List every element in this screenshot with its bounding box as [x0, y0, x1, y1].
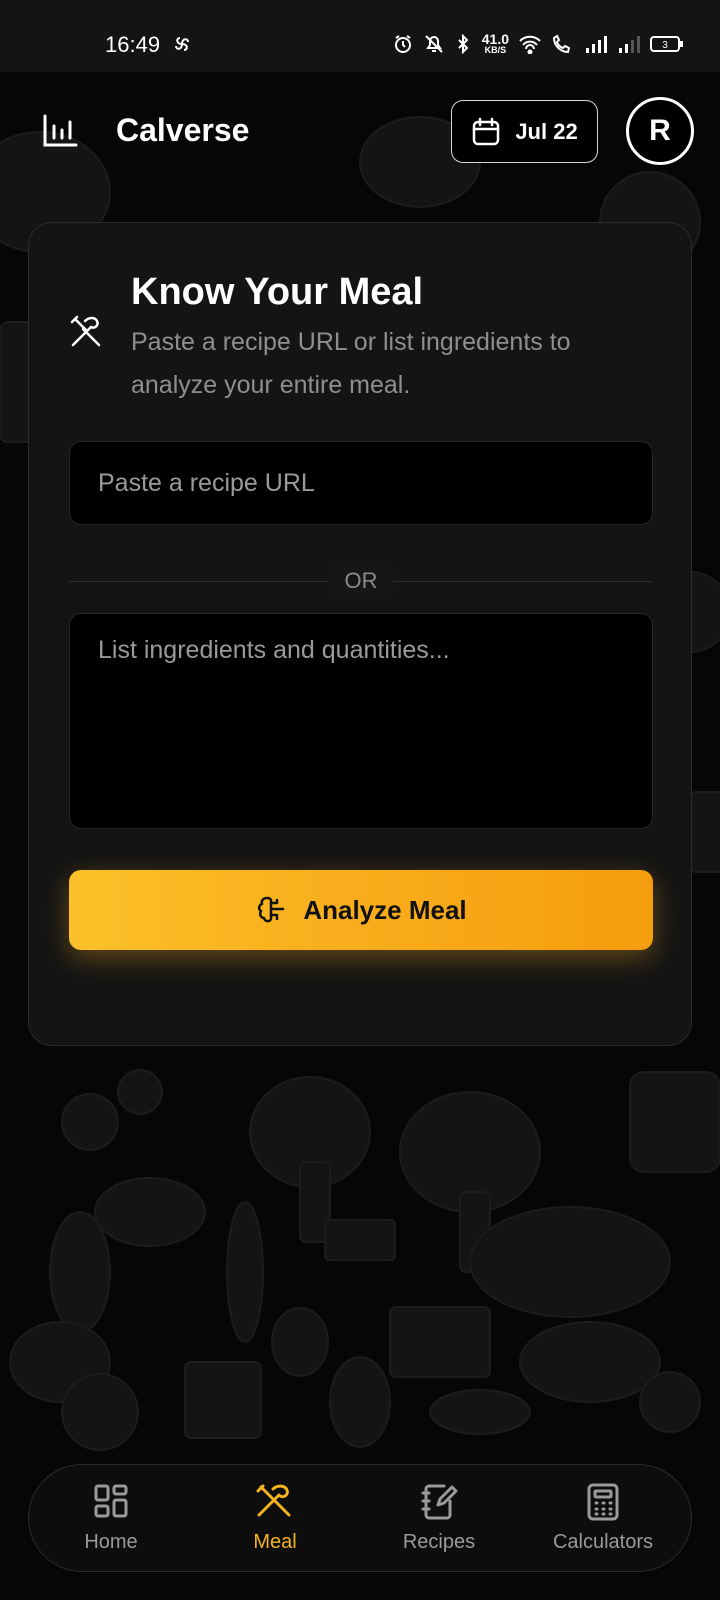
avatar-initial: R — [649, 114, 671, 147]
calendar-icon — [473, 117, 500, 145]
net-speed: 41.0 KB/S — [481, 31, 509, 55]
nav-meal[interactable]: Meal — [195, 1465, 355, 1573]
date-picker-button[interactable]: Jul 22 — [451, 100, 598, 163]
wifi-icon — [519, 35, 541, 54]
signal-icon — [586, 35, 607, 53]
pinwheel-icon — [175, 37, 189, 51]
card-subtitle: Paste a recipe URL or list ingredients t… — [131, 328, 571, 399]
ingredients-textarea[interactable] — [69, 613, 653, 829]
mute-icon — [425, 34, 443, 53]
bottom-navigation: Home Meal Recipes Calculators — [28, 1464, 692, 1572]
bluetooth-icon — [458, 33, 469, 54]
card-title: Know Your Meal — [131, 271, 424, 313]
nav-home-label: Home — [84, 1531, 138, 1553]
recipe-url-input[interactable] — [69, 441, 653, 525]
signal-weak-icon — [619, 35, 640, 53]
app-title: Calverse — [116, 112, 250, 148]
call-signal-icon — [552, 34, 571, 53]
know-your-meal-card: Know Your Meal Paste a recipe URL or lis… — [28, 222, 692, 1046]
or-divider: OR — [69, 566, 653, 596]
app-header: Calverse Jul 22 R — [0, 97, 720, 165]
battery-level: 3 — [662, 40, 668, 51]
grid-icon — [94, 1484, 128, 1518]
nav-home[interactable]: Home — [31, 1465, 191, 1573]
analyze-meal-label: Analyze Meal — [303, 894, 467, 925]
brain-icon — [258, 896, 285, 923]
calculator-icon — [587, 1483, 619, 1521]
utensils-icon — [256, 1484, 291, 1517]
battery-icon: 3 — [650, 35, 683, 52]
analyze-meal-button[interactable]: Analyze Meal — [69, 870, 653, 950]
status-time: 16:49 — [105, 32, 161, 57]
nav-calculators-label: Calculators — [552, 1531, 654, 1553]
avatar[interactable]: R — [626, 97, 694, 165]
alarm-icon — [394, 34, 411, 53]
date-label: Jul 22 — [515, 118, 578, 144]
utensils-icon — [70, 315, 101, 347]
nav-recipes-label: Recipes — [402, 1531, 476, 1553]
nav-meal-label: Meal — [253, 1531, 297, 1553]
or-label: OR — [329, 566, 393, 596]
notebook-edit-icon — [421, 1484, 458, 1520]
stats-icon[interactable] — [42, 114, 78, 148]
nav-calculators[interactable]: Calculators — [523, 1465, 683, 1573]
nav-recipes[interactable]: Recipes — [359, 1465, 519, 1573]
status-bar: 16:49 41.0 KB/S 3 — [0, 0, 720, 72]
